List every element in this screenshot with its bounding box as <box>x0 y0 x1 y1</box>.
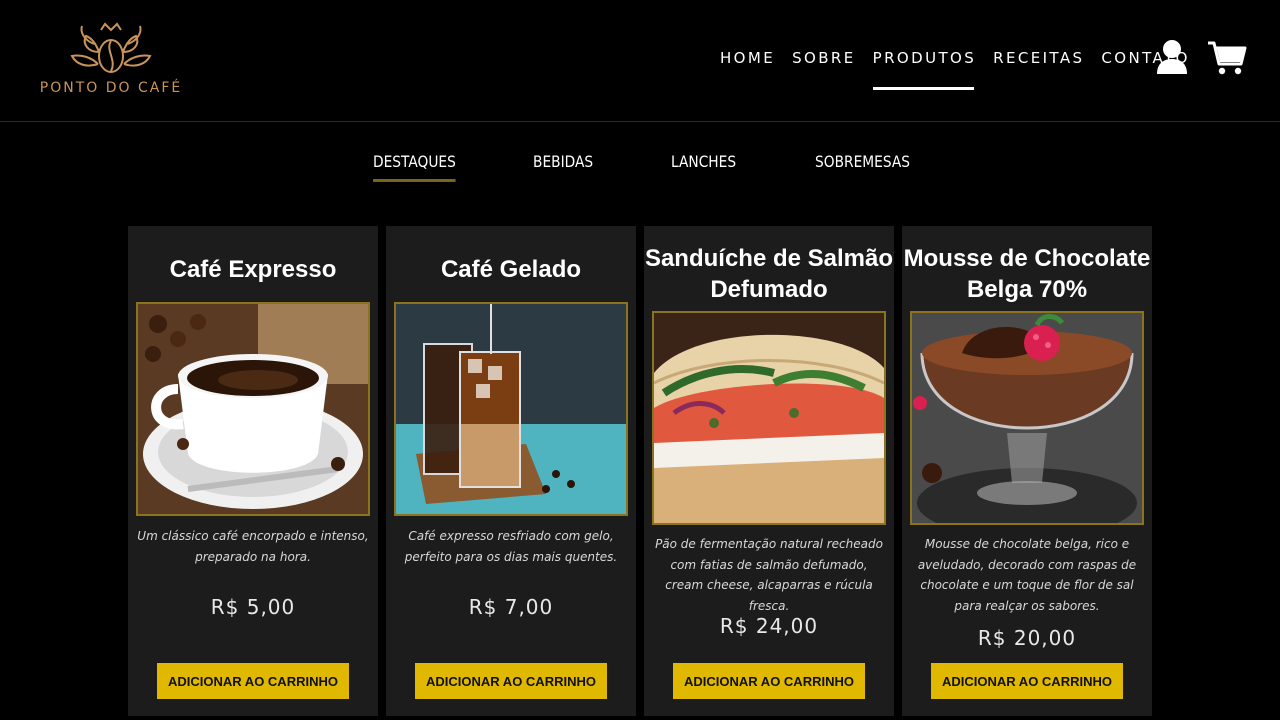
add-to-cart-button[interactable]: ADICIONAR AO CARRINHO <box>157 663 349 699</box>
product-card: Mousse de Chocolate Belga 70% Mousse de … <box>902 226 1152 716</box>
product-price: R$ 24,00 <box>719 614 819 638</box>
product-title: Sanduíche de Salmão Defumado <box>644 245 894 303</box>
product-image-cafe-gelado[interactable] <box>394 302 628 516</box>
nav-receitas[interactable]: RECEITAS <box>993 49 1084 67</box>
add-to-cart-button[interactable]: ADICIONAR AO CARRINHO <box>931 663 1123 699</box>
product-image-cafe-expresso[interactable] <box>136 302 370 516</box>
product-price: R$ 20,00 <box>977 626 1077 650</box>
nav-sobre[interactable]: SOBRE <box>792 49 856 67</box>
product-title: Mousse de Chocolate Belga 70% <box>903 245 1151 303</box>
category-tabs: DESTAQUES BEBIDAS LANCHES SOBREMESAS <box>0 152 1280 192</box>
brand-name: PONTO DO CAFÉ <box>39 80 183 96</box>
product-card: Café Expresso Um clássico café encorpado… <box>128 226 378 716</box>
product-description: Pão de fermentação natural recheado com … <box>655 537 883 613</box>
product-image-sanduiche-salmao[interactable] <box>652 311 886 525</box>
product-price: R$ 5,00 <box>210 595 296 619</box>
tab-bebidas[interactable]: BEBIDAS <box>533 152 593 171</box>
product-price: R$ 7,00 <box>468 595 554 619</box>
main-nav: HOME SOBRE PRODUTOS RECEITAS CONTATO <box>720 49 1207 90</box>
cart-icon[interactable] <box>1207 40 1247 76</box>
tab-lanches[interactable]: LANCHES <box>671 152 736 171</box>
site-header: PONTO DO CAFÉ HOME SOBRE PRODUTOS RECEIT… <box>0 0 1280 122</box>
add-to-cart-button[interactable]: ADICIONAR AO CARRINHO <box>673 663 865 699</box>
product-grid: Café Expresso Um clássico café encorpado… <box>128 226 1152 720</box>
product-title: Café Expresso <box>169 256 337 283</box>
coffee-bean-logo-icon <box>70 22 152 73</box>
nav-home[interactable]: HOME <box>720 49 775 67</box>
product-description: Um clássico café encorpado e intenso, pr… <box>137 529 369 564</box>
product-card: Sanduíche de Salmão Defumado Pão de ferm… <box>644 226 894 716</box>
product-card: Café Gelado Café expresso resfriado com … <box>386 226 636 716</box>
add-to-cart-button[interactable]: ADICIONAR AO CARRINHO <box>415 663 607 699</box>
brand-logo[interactable]: PONTO DO CAFÉ <box>30 22 192 100</box>
product-description: Café expresso resfriado com gelo, perfei… <box>404 529 618 564</box>
product-description: Mousse de chocolate belga, rico e avelud… <box>917 537 1137 613</box>
tab-sobremesas[interactable]: SOBREMESAS <box>815 152 910 171</box>
nav-produtos[interactable]: PRODUTOS <box>872 49 977 90</box>
product-title: Café Gelado <box>440 256 582 283</box>
user-icon[interactable] <box>1155 39 1189 75</box>
tab-destaques[interactable]: DESTAQUES <box>373 152 456 182</box>
product-image-mousse-chocolate[interactable] <box>910 311 1144 525</box>
